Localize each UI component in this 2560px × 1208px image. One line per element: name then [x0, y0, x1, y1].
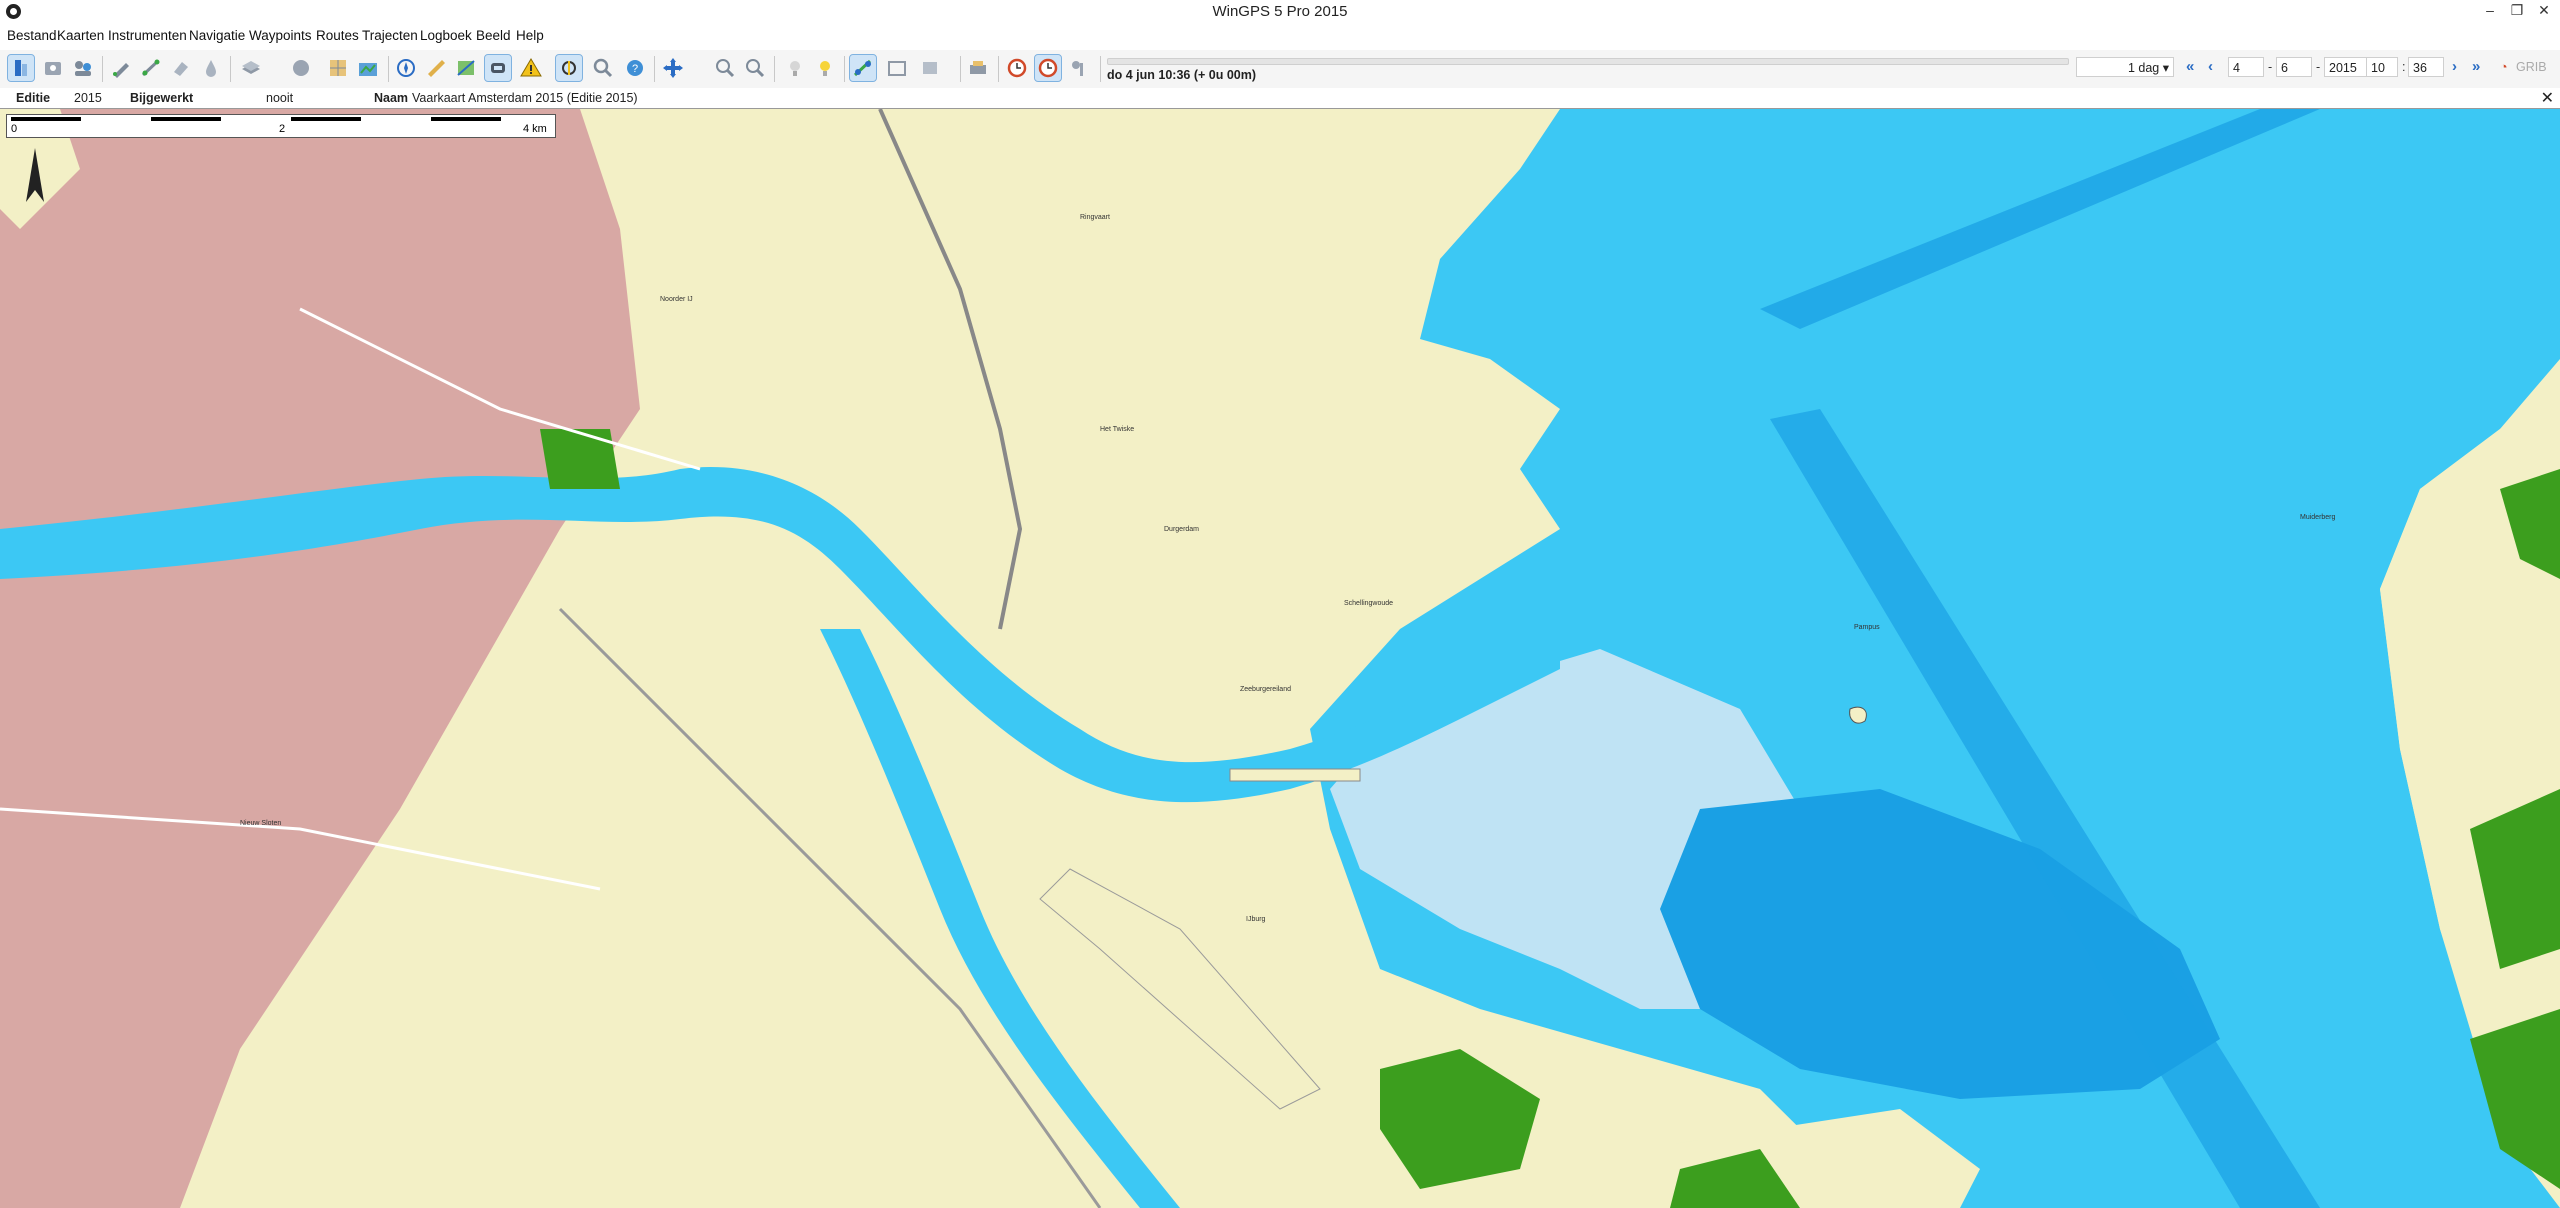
toolbar: ?: [0, 50, 2560, 89]
track-icon[interactable]: [484, 54, 512, 82]
name-value: Vaarkaart Amsterdam 2015 (Editie 2015): [412, 91, 638, 105]
updated-label: Bijgewerkt: [130, 91, 194, 105]
people-icon[interactable]: [70, 55, 96, 81]
ruler-icon[interactable]: [423, 55, 449, 81]
scale-ticks: [11, 117, 501, 121]
menu-navigatie[interactable]: Navigatie: [189, 28, 245, 43]
map-area-icon[interactable]: [453, 55, 479, 81]
menu-kaarten[interactable]: Kaarten: [57, 28, 104, 43]
first-icon[interactable]: «: [2186, 58, 2194, 75]
scale-mid-label: 2: [279, 123, 286, 135]
globe-icon[interactable]: [288, 55, 314, 81]
menu-logboek[interactable]: Logboek: [420, 28, 472, 43]
time-label: do 4 jun 10:36 (+ 0u 00m): [1107, 68, 1257, 82]
minimize-icon[interactable]: –: [2476, 0, 2504, 22]
menu-bestand[interactable]: Bestand: [7, 28, 57, 43]
zoom-out-icon[interactable]: [742, 55, 768, 81]
clock-icon[interactable]: [1004, 55, 1030, 81]
name-label: Naam: [374, 91, 409, 105]
menu-bar: Bestand Kaarten Instrumenten Navigatie W…: [0, 24, 2560, 48]
menu-waypoints[interactable]: Waypoints: [249, 28, 312, 43]
scale-end-label: 4 km: [523, 123, 547, 135]
warning-icon[interactable]: [518, 55, 544, 81]
window-title: WinGPS 5 Pro 2015: [1212, 3, 1348, 20]
image-icon[interactable]: [884, 55, 910, 81]
map-label-pampus: Pampus: [1854, 624, 1880, 631]
north-arrow-icon: [26, 148, 44, 202]
close-window-icon[interactable]: ✕: [2530, 0, 2558, 22]
next-icon[interactable]: ›: [2452, 58, 2457, 75]
menu-help[interactable]: Help: [516, 28, 544, 43]
map-label-muiderberg: Muiderberg: [2300, 514, 2336, 521]
chart-map-icon[interactable]: [355, 55, 381, 81]
map-label-schellingwoude: Schellingwoude: [1344, 600, 1394, 607]
help-icon[interactable]: ?: [622, 55, 648, 81]
grib-clock-icon[interactable]: ◔: [2500, 60, 2508, 74]
map-label-het-twiske: Het Twiske: [1100, 426, 1135, 433]
menu-trajecten[interactable]: Trajecten: [362, 28, 418, 43]
time-step-select[interactable]: 1 dag ▾: [2076, 57, 2174, 77]
map-label-ringvaart: Ringvaart: [1080, 214, 1110, 221]
grid-icon[interactable]: [325, 55, 351, 81]
ais-target-icon[interactable]: [555, 54, 583, 82]
menu-beeld[interactable]: Beeld: [476, 28, 511, 43]
bulb-on-icon[interactable]: [812, 55, 838, 81]
map-label-zeeburgereiland: Zeeburgereiland: [1240, 686, 1291, 693]
printer-icon[interactable]: [965, 55, 991, 81]
connect-icon[interactable]: [849, 54, 877, 82]
time-slider[interactable]: [1107, 58, 2069, 65]
menu-routes[interactable]: Routes: [316, 28, 359, 43]
chart-info-bar: Editie 2015 Bijgewerkt nooit Naam Vaarka…: [0, 88, 2560, 108]
last-icon[interactable]: »: [2472, 58, 2480, 75]
map-label-durgerdam: Durgerdam: [1164, 526, 1200, 533]
eraser-icon[interactable]: [168, 55, 194, 81]
map-label-ijburg: IJburg: [1246, 916, 1266, 923]
layers-icon[interactable]: [238, 55, 264, 81]
edition-label: Editie: [16, 91, 51, 105]
zoom-in-icon[interactable]: [712, 55, 738, 81]
menu-instrumenten[interactable]: Instrumenten: [108, 28, 187, 43]
edition-value: 2015: [74, 91, 102, 105]
prev-icon[interactable]: ‹: [2208, 58, 2213, 75]
bulb-off-icon[interactable]: [782, 55, 808, 81]
map-canvas[interactable]: [0, 109, 2560, 1208]
scale-zero-label: 0: [11, 123, 18, 135]
day-spinner[interactable]: 4: [2228, 57, 2264, 77]
pencil-icon[interactable]: [108, 55, 134, 81]
map-label-nieuw-sloten: Nieuw Sloten: [240, 820, 282, 827]
search-icon[interactable]: [590, 55, 616, 81]
month-spinner[interactable]: 6: [2276, 57, 2312, 77]
route-edit-icon[interactable]: [138, 55, 164, 81]
ship-mode-icon[interactable]: [7, 54, 35, 82]
pan-icon[interactable]: [660, 55, 686, 81]
restore-icon[interactable]: ❐: [2503, 0, 2531, 22]
map-label-noorder-ij: Noorder IJ: [660, 296, 693, 303]
hour-spinner[interactable]: 10: [2366, 57, 2398, 77]
updated-value: nooit: [266, 91, 294, 105]
drop-icon[interactable]: [198, 55, 224, 81]
minute-spinner[interactable]: 36: [2408, 57, 2444, 77]
clock-active-icon[interactable]: [1034, 54, 1062, 82]
compass-icon[interactable]: [393, 55, 419, 81]
window-layout-icon[interactable]: [918, 55, 944, 81]
tide-icon[interactable]: [1066, 55, 1092, 81]
title-bar: WinGPS 5 Pro 2015 – ❐ ✕: [0, 0, 2560, 24]
chart-map[interactable]: [0, 108, 2560, 1208]
scale-bar: 0 2 4 km: [6, 114, 556, 138]
gps-icon[interactable]: [40, 55, 66, 81]
grib-label[interactable]: GRIB: [2516, 60, 2547, 74]
svg-text:?: ?: [632, 63, 638, 75]
close-infobar-icon[interactable]: ✕: [2541, 88, 2554, 108]
